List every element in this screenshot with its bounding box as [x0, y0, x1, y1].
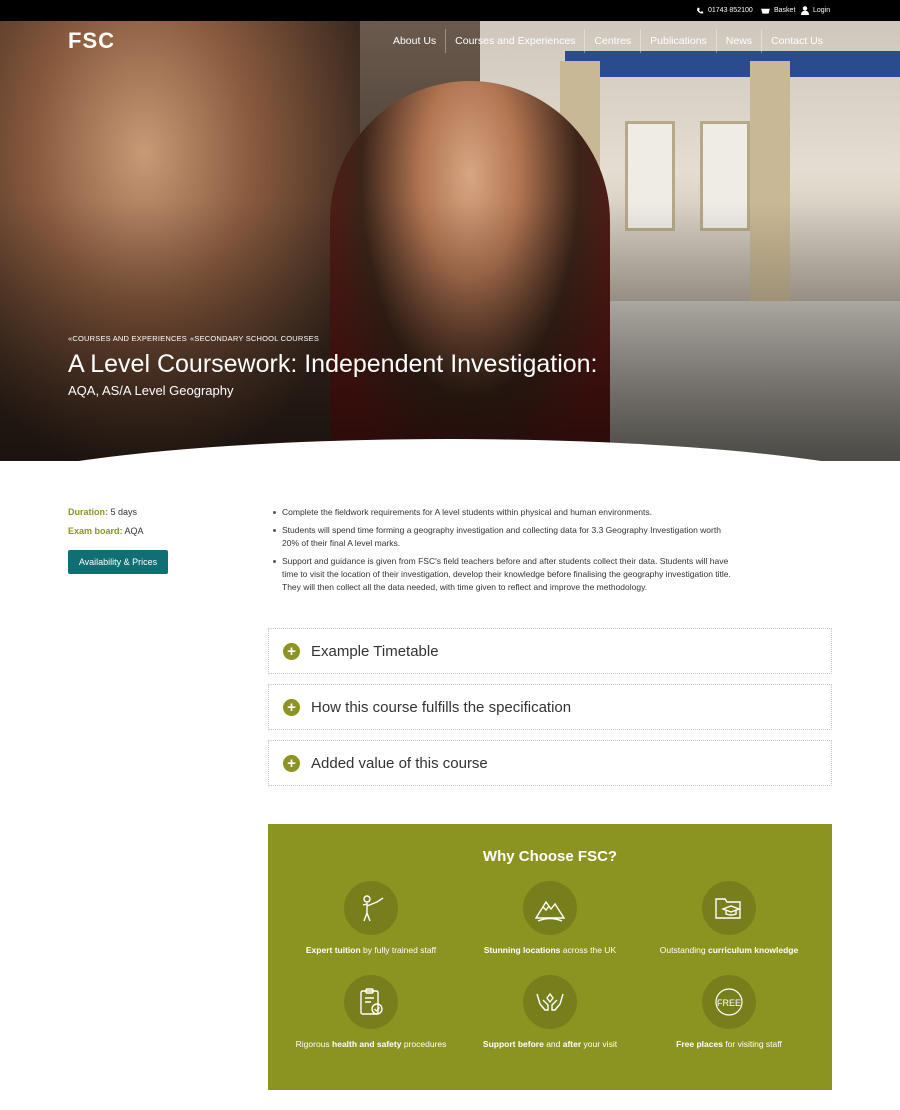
feature-caption-bold: health and safety [332, 1039, 402, 1049]
supporting-hands-icon [536, 992, 564, 1011]
course-description-list: Complete the fieldwork requirements for … [272, 506, 732, 599]
duration-label: Duration: [68, 507, 108, 517]
plus-icon: + [283, 642, 300, 660]
fsc-logo[interactable]: FSC [68, 28, 115, 54]
feature-caption-text: by fully trained staff [360, 945, 437, 955]
hero-text: «COURSES AND EXPERIENCES «SECONDARY SCHO… [68, 334, 598, 398]
feature-icon-circle [344, 975, 398, 1029]
feature-icon-circle [523, 881, 577, 935]
feature-icon-circle: FREE [702, 975, 756, 1029]
page-subtitle: AQA, AS/A Level Geography [68, 383, 234, 398]
feature-stunning-locations: Stunning locations across the UK [456, 881, 644, 955]
mountain-icon [534, 900, 566, 922]
accordion-label: Example Timetable [311, 642, 439, 660]
teacher-icon [362, 895, 384, 922]
feature-support: Support before and after your visit [456, 975, 644, 1049]
breadcrumb-courses-and-experiences[interactable]: «COURSES AND EXPERIENCES [68, 334, 187, 343]
why-choose-fsc-panel: Why Choose FSC? Expert tuition by fully … [268, 824, 832, 1090]
folder-graduation-icon [715, 898, 741, 919]
hero-photo-shopfront [565, 51, 900, 77]
feature-caption: Expert tuition by fully trained staff [277, 945, 465, 955]
list-item: Complete the fieldwork requirements for … [272, 506, 732, 519]
hero-banner: FSC About Us Courses and Experiences Cen… [0, 21, 900, 461]
feature-caption-text: and [543, 1039, 563, 1049]
feature-icon-circle [523, 975, 577, 1029]
availability-prices-button[interactable]: Availability & Prices [68, 550, 168, 574]
feature-free-places: FREE Free places for visiting staff [635, 975, 823, 1049]
nav-item-about-us[interactable]: About Us [384, 29, 445, 53]
feature-icon-circle [344, 881, 398, 935]
feature-caption-bold: Free places [676, 1039, 723, 1049]
feature-caption-bold: curriculum knowledge [707, 945, 799, 955]
feature-curriculum-knowledge: Outstanding curriculum knowledge [635, 881, 823, 955]
nav-item-courses-and-experiences[interactable]: Courses and Experiences [445, 29, 584, 53]
breadcrumb-secondary-school-courses[interactable]: «SECONDARY SCHOOL COURSES [190, 334, 319, 343]
nav-item-publications[interactable]: Publications [640, 29, 716, 53]
accordion-added-value[interactable]: + Added value of this course [268, 740, 832, 786]
basket-icon [761, 8, 770, 14]
exam-board-label: Exam board: [68, 526, 123, 536]
hero-shade-overlay [0, 201, 900, 461]
user-icon [801, 6, 809, 15]
phone-link[interactable]: 01743 852100 [696, 0, 753, 21]
feature-caption: Free places for visiting staff [635, 1039, 823, 1049]
feature-caption-text: your visit [581, 1039, 618, 1049]
accordion-specification[interactable]: + How this course fulfills the specifica… [268, 684, 832, 730]
accordion-label: Added value of this course [311, 754, 488, 772]
feature-caption-text: procedures [401, 1039, 447, 1049]
feature-icon-circle [702, 881, 756, 935]
feature-health-and-safety: Rigorous health and safety procedures [277, 975, 465, 1049]
login-link[interactable]: Login [801, 0, 830, 21]
feature-caption-text: for visiting staff [722, 1039, 782, 1049]
nav-item-contact-us[interactable]: Contact Us [761, 29, 832, 53]
breadcrumb: «COURSES AND EXPERIENCES «SECONDARY SCHO… [68, 334, 598, 343]
course-info: Duration: 5 days Exam board: AQA [68, 507, 144, 545]
exam-board-value: AQA [124, 526, 144, 536]
feature-caption: Rigorous health and safety procedures [277, 1039, 465, 1049]
feature-caption: Stunning locations across the UK [456, 945, 644, 955]
plus-icon: + [283, 698, 300, 716]
feature-caption-bold: Expert tuition [305, 945, 361, 955]
list-item: Support and guidance is given from FSC's… [272, 555, 732, 594]
feature-caption-text: Rigorous [295, 1039, 333, 1049]
basket-link[interactable]: Basket [761, 0, 795, 21]
phone-icon [697, 7, 704, 14]
free-badge-icon: FREE [715, 988, 743, 1016]
feature-caption: Outstanding curriculum knowledge [635, 945, 823, 955]
feature-expert-tuition: Expert tuition by fully trained staff [277, 881, 465, 955]
accordion-example-timetable[interactable]: + Example Timetable [268, 628, 832, 674]
list-item: Students will spend time forming a geogr… [272, 524, 732, 550]
main-navigation: About Us Courses and Experiences Centres… [384, 29, 832, 53]
free-badge-text: FREE [717, 998, 741, 1008]
feature-caption-bold: Stunning locations [483, 945, 561, 955]
nav-item-news[interactable]: News [715, 29, 761, 53]
feature-caption-text: across the UK [560, 945, 617, 955]
plus-icon: + [283, 754, 300, 772]
feature-caption-text: Outstanding [659, 945, 708, 955]
why-choose-title: Why Choose FSC? [482, 848, 618, 865]
login-label: Login [813, 7, 831, 14]
top-utility-bar: 01743 852100 Basket Login [0, 0, 900, 21]
duration-value: 5 days [110, 507, 138, 517]
feature-caption-bold: Support before [482, 1039, 544, 1049]
feature-caption: Support before and after your visit [456, 1039, 644, 1049]
phone-number: 01743 852100 [708, 7, 753, 14]
exam-board-row: Exam board: AQA [68, 526, 144, 536]
nav-item-centres[interactable]: Centres [584, 29, 640, 53]
clipboard-check-icon [360, 988, 383, 1015]
page-title: A Level Coursework: Independent Investig… [68, 350, 598, 378]
accordion-label: How this course fulfills the specificati… [311, 698, 572, 716]
duration-row: Duration: 5 days [68, 507, 144, 517]
feature-caption-bold: after [562, 1039, 582, 1049]
basket-label: Basket [774, 7, 796, 14]
